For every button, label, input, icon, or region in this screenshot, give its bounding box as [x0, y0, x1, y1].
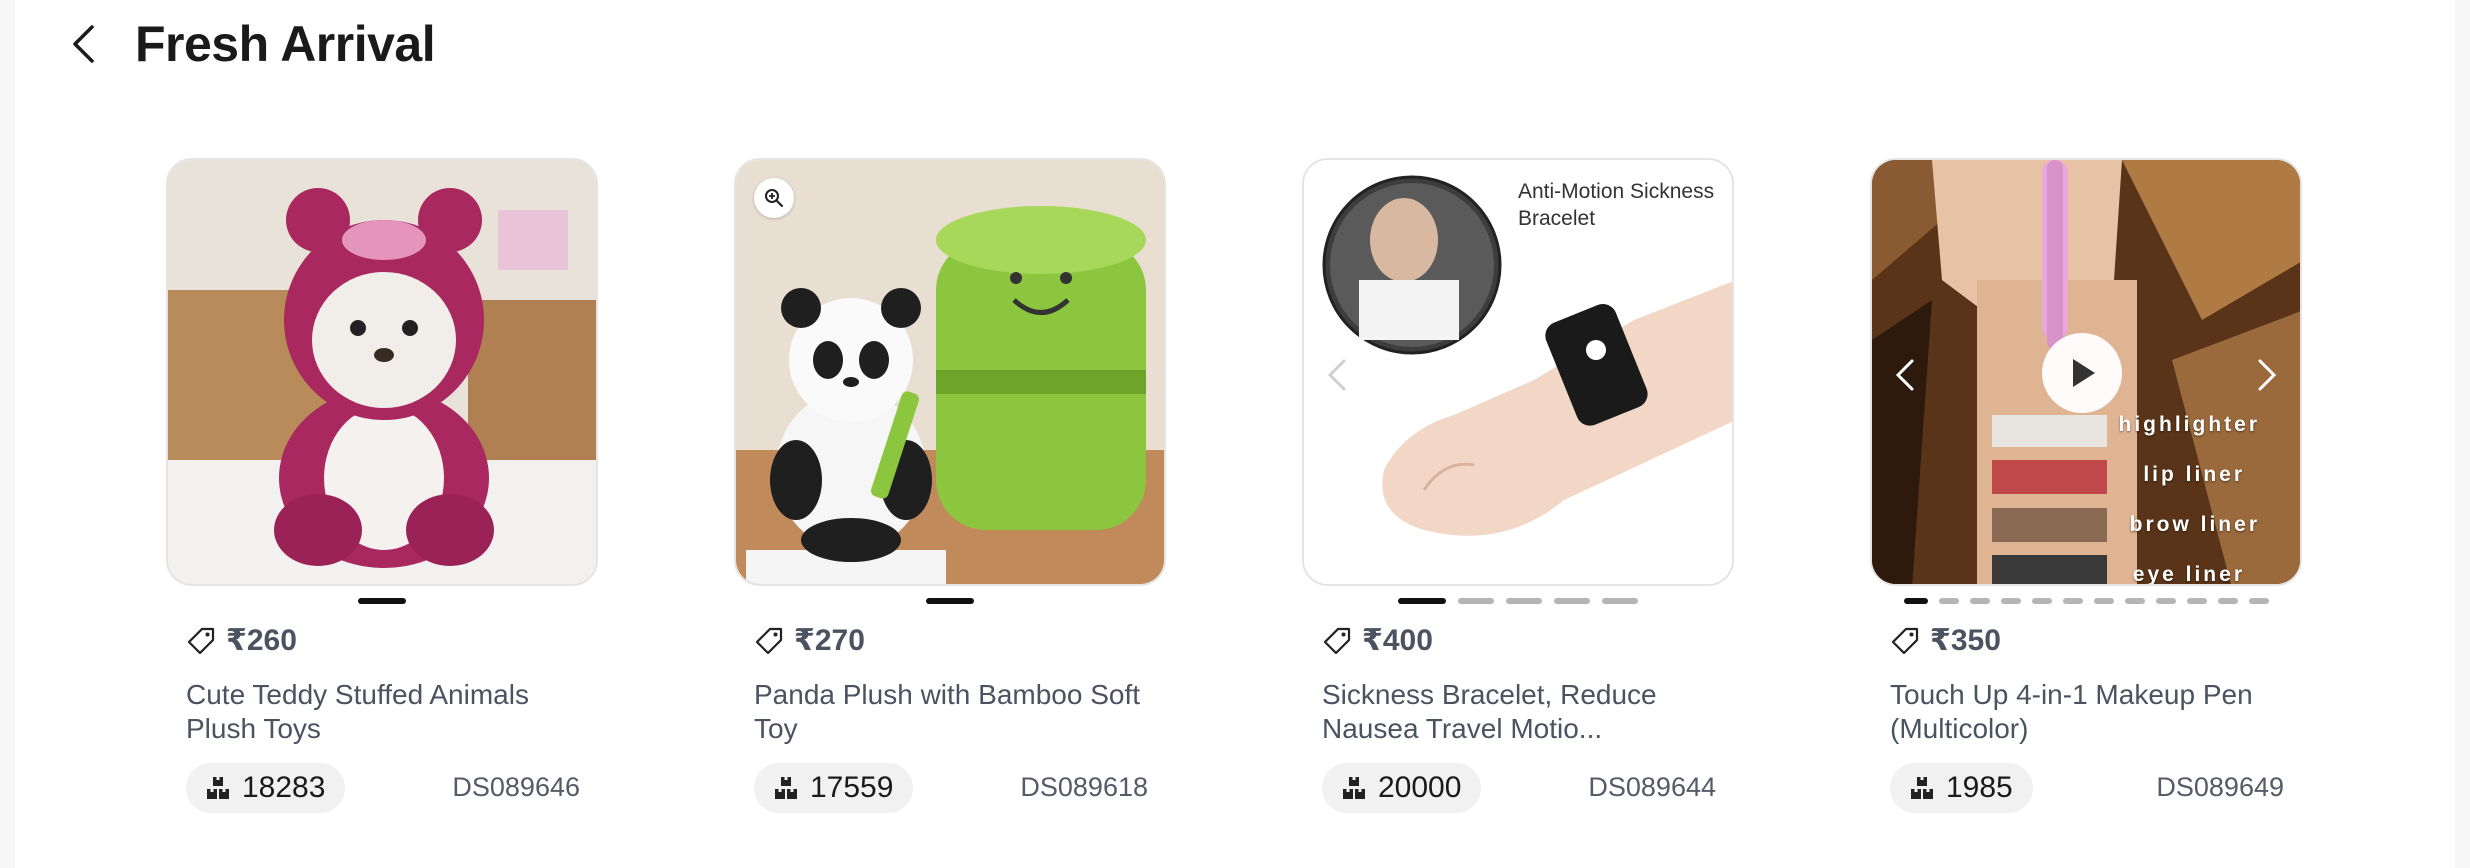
carousel-dot[interactable]: [2000, 598, 2021, 604]
image-overlay-label: lip liner: [2143, 463, 2245, 486]
carousel-dot-active[interactable]: [1398, 598, 1446, 604]
image-carousel-dots[interactable]: [1302, 586, 1734, 616]
price-row: ₹350: [1890, 623, 2001, 658]
fresh-arrival-page: Fresh Arrival ₹260 Cute Teddy Stuffed An…: [15, 0, 2455, 868]
price-tag-icon: [187, 627, 215, 654]
product-name[interactable]: Touch Up 4-in-1 Makeup Pen (Multicolor): [1890, 678, 2290, 746]
carousel-dot[interactable]: [1969, 598, 1990, 604]
back-button[interactable]: [65, 19, 101, 69]
boxes-icon: [207, 777, 229, 799]
carousel-dot[interactable]: [2186, 598, 2207, 604]
product-price: ₹400: [1362, 624, 1433, 657]
product-image[interactable]: highlighter lip liner brow liner eye lin…: [1870, 158, 2302, 586]
boxes-icon: [775, 777, 797, 799]
carousel-dot[interactable]: [1938, 598, 1959, 604]
price-tag-icon: [755, 627, 783, 654]
image-carousel-dots[interactable]: [734, 586, 1166, 616]
product-image[interactable]: Anti-Motion Sickness Bracelet: [1302, 158, 1734, 586]
product-sku: DS089644: [1588, 772, 1716, 802]
stock-count: 20000: [1378, 771, 1462, 804]
carousel-dot-active[interactable]: [358, 598, 406, 604]
product-name[interactable]: Panda Plush with Bamboo Soft Toy: [754, 678, 1154, 746]
carousel-dot[interactable]: [2093, 598, 2114, 604]
stock-count: 1985: [1946, 771, 2013, 804]
teddy-bear-image: [168, 160, 596, 584]
product-price: ₹350: [1930, 624, 2001, 657]
product-card-3[interactable]: Anti-Motion Sickness Bracelet ₹400 Sickn…: [1302, 158, 1734, 813]
play-button[interactable]: [2042, 333, 2122, 413]
price-tag-icon: [1323, 627, 1351, 654]
carousel-dot-active[interactable]: [1903, 598, 1928, 604]
carousel-dot[interactable]: [2217, 598, 2238, 604]
product-sku: DS089618: [1020, 772, 1148, 802]
carousel-dot[interactable]: [2124, 598, 2145, 604]
image-carousel-dots[interactable]: [1870, 586, 2302, 616]
carousel-dot[interactable]: [2155, 598, 2176, 604]
image-caption: Anti-Motion Sickness Bracelet: [1518, 180, 1715, 230]
product-price: ₹270: [794, 624, 865, 657]
stock-count: 17559: [810, 771, 894, 804]
page-title: Fresh Arrival: [135, 16, 436, 72]
carousel-dot[interactable]: [1554, 598, 1590, 604]
price-row: ₹400: [1322, 623, 1433, 658]
carousel-dot[interactable]: [1602, 598, 1638, 604]
price-tag-icon: [1891, 627, 1919, 654]
carousel-dot[interactable]: [1458, 598, 1494, 604]
carousel-dot[interactable]: [1506, 598, 1542, 604]
product-card-2[interactable]: ₹270 Panda Plush with Bamboo Soft Toy 17…: [734, 158, 1166, 813]
play-icon: [2073, 359, 2095, 387]
product-name[interactable]: Sickness Bracelet, Reduce Nausea Travel …: [1322, 678, 1722, 746]
stock-badge: 1985: [1890, 763, 2033, 813]
page-header: Fresh Arrival: [65, 12, 436, 76]
product-price: ₹260: [226, 624, 297, 657]
carousel-dot-active[interactable]: [926, 598, 974, 604]
product-card-1[interactable]: ₹260 Cute Teddy Stuffed Animals Plush To…: [166, 158, 598, 813]
zoom-in-icon: [765, 189, 784, 208]
panda-plush-image: [736, 160, 1164, 584]
image-overlay-label: brow liner: [2129, 513, 2260, 536]
product-sku: DS089646: [452, 772, 580, 802]
chevron-left-icon[interactable]: [1890, 355, 1920, 395]
carousel-dot[interactable]: [2062, 598, 2083, 604]
stock-badge: 17559: [754, 763, 914, 813]
price-row: ₹260: [186, 623, 297, 658]
chevron-right-icon[interactable]: [2252, 355, 2282, 395]
product-sku: DS089649: [2156, 772, 2284, 802]
price-row: ₹270: [754, 623, 865, 658]
zoom-button[interactable]: [754, 178, 794, 218]
image-carousel-dots[interactable]: [166, 586, 598, 616]
product-image[interactable]: [166, 158, 598, 586]
chevron-left-icon: [73, 25, 94, 63]
image-overlay-label: highlighter: [2118, 413, 2260, 436]
boxes-icon: [1343, 777, 1365, 799]
product-name[interactable]: Cute Teddy Stuffed Animals Plush Toys: [186, 678, 586, 746]
stock-badge: 20000: [1322, 763, 1482, 813]
carousel-dot[interactable]: [2031, 598, 2052, 604]
boxes-icon: [1911, 777, 1933, 799]
image-overlay-label: eye liner: [2132, 563, 2245, 586]
stock-badge: 18283: [186, 763, 346, 813]
carousel-dot[interactable]: [2248, 598, 2269, 604]
product-image[interactable]: [734, 158, 1166, 586]
stock-count: 18283: [242, 771, 326, 804]
chevron-left-icon[interactable]: [1322, 355, 1352, 395]
product-card-4[interactable]: highlighter lip liner brow liner eye lin…: [1870, 158, 2302, 813]
